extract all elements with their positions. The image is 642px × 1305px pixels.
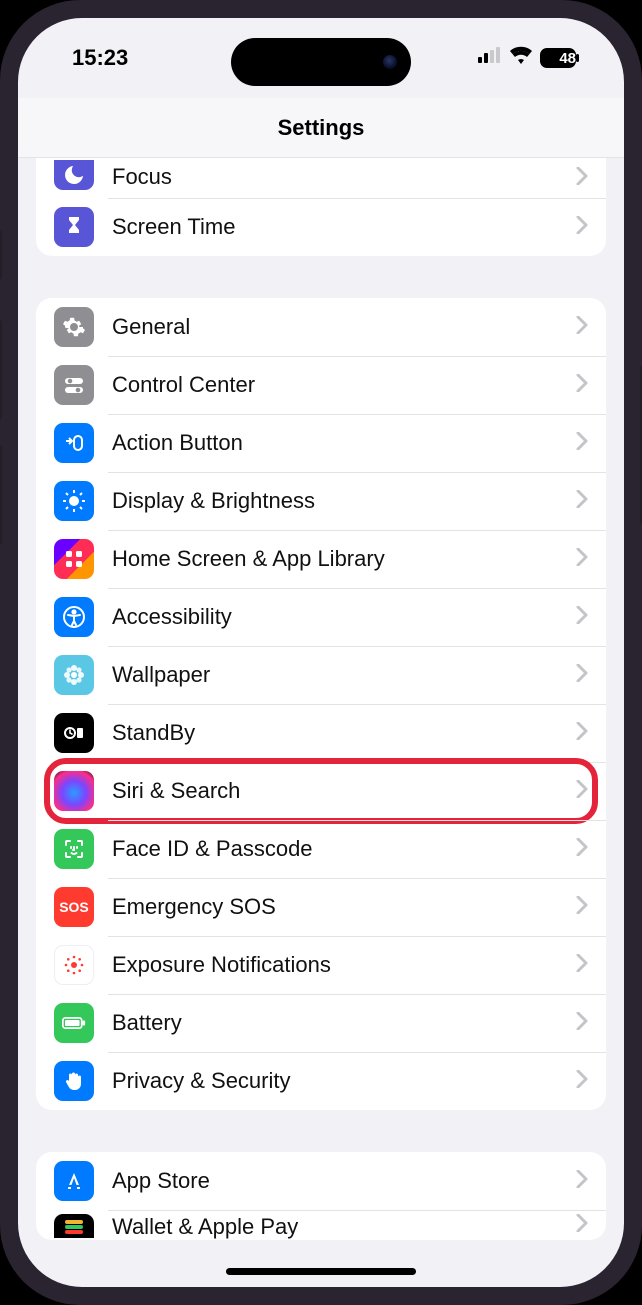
chevron-right-icon [576, 490, 588, 513]
page-title: Settings [278, 115, 365, 141]
row-label: Display & Brightness [112, 488, 576, 514]
row-control-center[interactable]: Control Center [36, 356, 606, 414]
chevron-right-icon [576, 374, 588, 397]
row-label: Privacy & Security [112, 1068, 576, 1094]
row-privacy[interactable]: Privacy & Security [36, 1052, 606, 1110]
standby-icon [54, 713, 94, 753]
chevron-right-icon [576, 896, 588, 919]
battery-icon: 48 [540, 48, 580, 68]
row-appstore[interactable]: App Store [36, 1152, 606, 1210]
row-general[interactable]: General [36, 298, 606, 356]
row-action-button[interactable]: Action Button [36, 414, 606, 472]
row-label: Siri & Search [112, 778, 576, 804]
faceid-icon [54, 829, 94, 869]
phone-frame: 15:23 48 Settings [0, 0, 642, 1305]
volume-down [0, 445, 2, 545]
volume-up [0, 320, 2, 420]
screen: 15:23 48 Settings [18, 18, 624, 1287]
home-indicator[interactable] [226, 1268, 416, 1275]
sos-icon: SOS [54, 887, 94, 927]
row-faceid[interactable]: Face ID & Passcode [36, 820, 606, 878]
row-label: StandBy [112, 720, 576, 746]
row-standby[interactable]: StandBy [36, 704, 606, 762]
moon-icon [54, 160, 94, 190]
row-label: Face ID & Passcode [112, 836, 576, 862]
row-label: Action Button [112, 430, 576, 456]
side-button [0, 230, 2, 280]
chevron-right-icon [576, 216, 588, 239]
settings-scroll[interactable]: Focus Screen Time General [18, 158, 624, 1287]
clock: 15:23 [72, 45, 128, 71]
wifi-icon [509, 43, 533, 73]
chevron-right-icon [576, 167, 588, 190]
row-label: Wallpaper [112, 662, 576, 688]
row-home-screen[interactable]: Home Screen & App Library [36, 530, 606, 588]
chevron-right-icon [576, 548, 588, 571]
row-label: Wallet & Apple Pay [112, 1214, 576, 1240]
row-label: Battery [112, 1010, 576, 1036]
settings-group-3: App Store Wallet & Apple Pay [36, 1152, 606, 1240]
flower-icon [54, 655, 94, 695]
row-focus[interactable]: Focus [36, 158, 606, 198]
accessibility-icon [54, 597, 94, 637]
row-emergency-sos[interactable]: SOS Emergency SOS [36, 878, 606, 936]
nav-title: Settings [18, 98, 624, 158]
appstore-icon [54, 1161, 94, 1201]
siri-icon [54, 771, 94, 811]
row-label: Exposure Notifications [112, 952, 576, 978]
row-label: Screen Time [112, 214, 576, 240]
settings-group-1: Focus Screen Time [36, 158, 606, 256]
row-label: App Store [112, 1168, 576, 1194]
row-label: General [112, 314, 576, 340]
hand-icon [54, 1061, 94, 1101]
chevron-right-icon [576, 780, 588, 803]
toggles-icon [54, 365, 94, 405]
chevron-right-icon [576, 1170, 588, 1193]
row-siri-search[interactable]: Siri & Search [36, 762, 606, 820]
chevron-right-icon [576, 954, 588, 977]
row-label: Emergency SOS [112, 894, 576, 920]
row-label: Accessibility [112, 604, 576, 630]
chevron-right-icon [576, 606, 588, 629]
row-label: Home Screen & App Library [112, 546, 576, 572]
hourglass-icon [54, 207, 94, 247]
wallet-icon [54, 1214, 94, 1238]
dynamic-island [231, 38, 411, 86]
chevron-right-icon [576, 316, 588, 339]
row-wallet[interactable]: Wallet & Apple Pay [36, 1210, 606, 1240]
chevron-right-icon [576, 838, 588, 861]
row-exposure[interactable]: Exposure Notifications [36, 936, 606, 994]
settings-group-2: General Control Center Action Button [36, 298, 606, 1110]
chevron-right-icon [576, 1070, 588, 1093]
battery-icon [54, 1003, 94, 1043]
row-wallpaper[interactable]: Wallpaper [36, 646, 606, 704]
gear-icon [54, 307, 94, 347]
chevron-right-icon [576, 1214, 588, 1237]
row-label: Focus [112, 164, 576, 190]
row-display-brightness[interactable]: Display & Brightness [36, 472, 606, 530]
chevron-right-icon [576, 664, 588, 687]
chevron-right-icon [576, 722, 588, 745]
action-button-icon [54, 423, 94, 463]
chevron-right-icon [576, 432, 588, 455]
front-camera [383, 55, 397, 69]
battery-percent: 48 [559, 50, 576, 67]
row-battery[interactable]: Battery [36, 994, 606, 1052]
row-accessibility[interactable]: Accessibility [36, 588, 606, 646]
app-grid-icon [54, 539, 94, 579]
sun-icon [54, 481, 94, 521]
chevron-right-icon [576, 1012, 588, 1035]
row-screentime[interactable]: Screen Time [36, 198, 606, 256]
exposure-icon [54, 945, 94, 985]
row-label: Control Center [112, 372, 576, 398]
cellular-icon [478, 43, 502, 73]
